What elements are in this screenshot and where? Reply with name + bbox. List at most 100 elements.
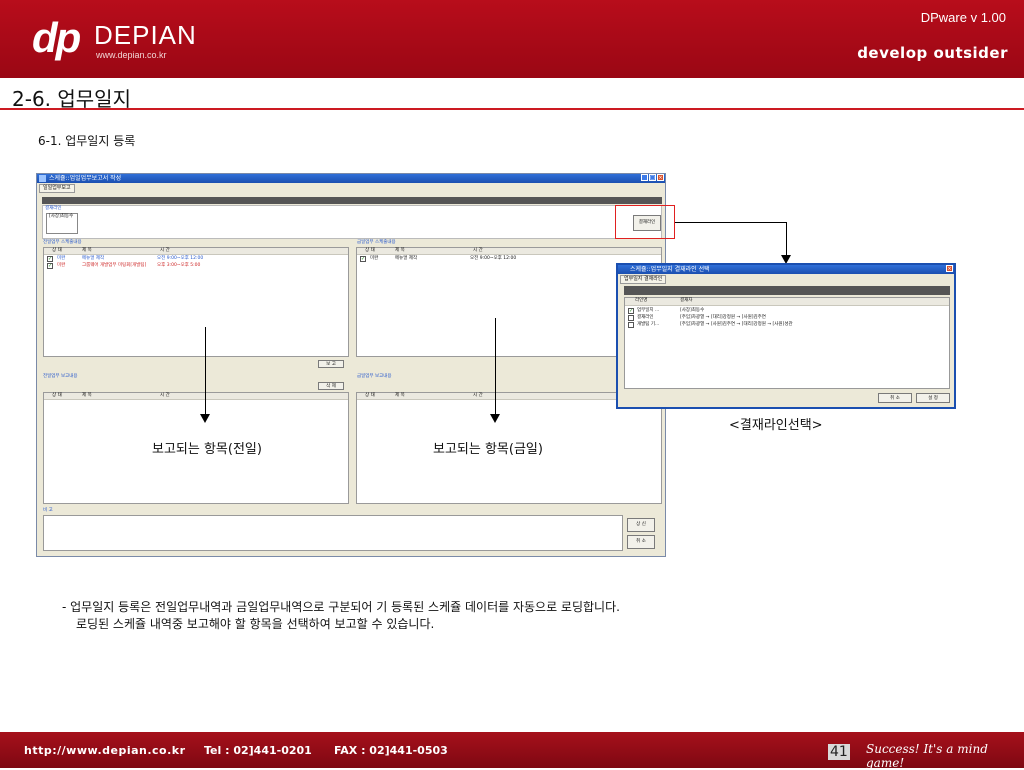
approval-line-box[interactable]: [사장]최동수 (46, 213, 78, 234)
dialog-info-strip: 업무일지 결재라인을 설정합니다. (624, 286, 950, 303)
app-icon (39, 175, 46, 182)
row-time: 오후 3:00~오후 5:00 (157, 263, 201, 268)
line-name: 개발팀 기... (637, 322, 660, 327)
row-checkbox[interactable] (628, 315, 634, 321)
row-checkbox[interactable]: ✓ (47, 263, 53, 269)
report-button[interactable]: 보 고 (318, 360, 344, 368)
row-status: 미완 (370, 256, 379, 261)
header-banner: dp DEPIAN www.depian.co.kr DPware v 1.00… (0, 0, 1024, 78)
prev-schedule-header: 상 태 제 목 시 간 (44, 248, 348, 255)
row-time: 오전 9:00~오후 12:00 (470, 256, 517, 261)
tab-daily-report[interactable]: 일일업무보고 (39, 184, 75, 193)
today-schedule-title: 금일업무 스케줄내용 (357, 240, 396, 245)
row-checkbox[interactable]: ✓ (47, 256, 53, 262)
prev-report-title: 전일업무 보고내용 (43, 374, 78, 379)
window-title: 스케쥴::업일업무보고서 작성 (49, 175, 122, 182)
col-title: 제 목 (395, 393, 405, 398)
list-item[interactable]: 개발팀 기... [주임]차광열 → [사원]김주연 → [대리]강정원 → [… (628, 322, 793, 330)
footer-tel: Tel : 02]441-0201 (204, 744, 312, 757)
arrow-down-icon (490, 414, 500, 423)
col-approver: 결재자 (680, 298, 693, 303)
approval-line-dialog: 스케쥴::업무일지 결재라인 선택 × 업무일지 결재라인 업무일지 결재라인을… (616, 263, 956, 409)
report-window: 스케쥴::업일업무보고서 작성 _ □ × 일일업무보고 [2007년10월2일… (36, 173, 666, 557)
delete-button[interactable]: 삭 제 (318, 382, 344, 390)
row-title: 메뉴얼 제작 (395, 256, 418, 261)
today-schedule-header: 상 태 제 목 시 간 (357, 248, 661, 255)
remarks-input[interactable] (43, 515, 623, 551)
title-bar: 2-6. 업무일지 (0, 78, 1024, 111)
arrow-down-icon (200, 414, 210, 423)
prev-report-header: 상 태 제 목 시 간 (44, 393, 348, 400)
prev-caption: 보고되는 항목(전일) (152, 442, 262, 457)
dialog-cancel-button[interactable]: 취 소 (878, 393, 912, 403)
dialog-caption: <결재라인선택> (729, 418, 823, 433)
section-title: 6-1. 업무일지 등록 (38, 134, 136, 148)
row-checkbox[interactable]: ✓ (628, 308, 634, 314)
connector-line (675, 222, 786, 223)
footer-fax: FAX : 02]441-0503 (334, 744, 448, 757)
dialog-confirm-button[interactable]: 설 정 (916, 393, 950, 403)
connector-line (205, 327, 206, 415)
col-status: 상 태 (52, 248, 62, 253)
line-name: 결재라인 (637, 315, 654, 320)
line-approvers: [주임]차광열 → [사원]김주연 → [대리]강정원 → [사원]성관 (680, 322, 793, 327)
row-title: 그룹웨어 개발업무 미팅회[개발팀] (82, 263, 147, 268)
col-status: 상 태 (365, 248, 375, 253)
minimize-button[interactable]: _ (641, 174, 648, 181)
dialog-close-button[interactable]: × (946, 265, 953, 272)
approval-value: [사장]최동수 (49, 214, 74, 219)
submit-button[interactable]: 상 신 (627, 518, 655, 532)
remarks-label: 비 고 (43, 508, 53, 513)
footer-bar: http://www.depian.co.kr Tel : 02]441-020… (0, 732, 1024, 770)
row-time: 오전 9:00~오후 12:00 (157, 256, 204, 261)
row-status: 미완 (57, 263, 66, 268)
description-line-1: - 업무일지 등록은 전일업무내역과 금일업무내역으로 구분되어 기 등록된 스… (62, 600, 620, 614)
line-approvers: [주임]차광열 → [대리]강정원 → [사원]김주연 (680, 315, 766, 320)
page-number: 41 (828, 744, 850, 760)
col-status: 상 태 (52, 393, 62, 398)
logo-name: DEPIAN (94, 20, 197, 50)
prev-schedule-title: 전일업무 스케줄내용 (43, 240, 82, 245)
today-caption: 보고되는 항목(금일) (433, 442, 543, 457)
col-time: 시 간 (473, 393, 483, 398)
row-checkbox[interactable]: ✓ (360, 256, 366, 262)
close-button[interactable]: × (657, 174, 664, 181)
description-line-2: 로딩된 스케쥴 내역중 보고해야 할 항목을 선택하여 보고할 수 있습니다. (76, 617, 435, 631)
maximize-button[interactable]: □ (649, 174, 656, 181)
prev-schedule-panel: 상 태 제 목 시 간 ✓ 미완 메뉴얼 제작 오전 9:00~오후 12:00… (43, 247, 349, 357)
approval-label: 결재라인 (45, 206, 62, 211)
col-title: 제 목 (82, 248, 92, 253)
col-time: 시 간 (473, 248, 483, 253)
approval-area: 결재라인 [사장]최동수 결재라인 (42, 205, 662, 239)
logo-mark: dp (32, 14, 81, 61)
approval-list-header: 라인명 결재자 (625, 298, 949, 306)
col-status: 상 태 (365, 393, 375, 398)
table-row[interactable]: ✓ 미완 메뉴얼 제작 오전 9:00~오후 12:00 (360, 256, 516, 264)
col-time: 시 간 (160, 393, 170, 398)
col-line-name: 라인명 (635, 298, 648, 303)
info-strip: [2007년10월2일] 일일업무보고서를 작성합니다. (42, 197, 662, 214)
row-status: 미완 (57, 256, 66, 261)
tab-approval-line[interactable]: 업무일지 결재라인 (620, 275, 667, 284)
connector-line (495, 318, 496, 415)
cancel-button[interactable]: 취 소 (627, 535, 655, 549)
line-name: 업무일지 ... (637, 308, 660, 313)
page-title: 2-6. 업무일지 (12, 87, 131, 111)
approval-line-list: 라인명 결재자 ✓ 업무일지 ... [사장]최동수 결재라인 [주임]차광열 … (624, 297, 950, 389)
logo-url: www.depian.co.kr (96, 50, 167, 60)
line-approvers: [사장]최동수 (680, 308, 705, 313)
footer-url: http://www.depian.co.kr (24, 744, 186, 757)
row-title: 메뉴얼 제작 (82, 256, 105, 261)
connector-line (786, 222, 787, 256)
col-title: 제 목 (82, 393, 92, 398)
tagline: develop outsider (857, 44, 1008, 62)
footer-slogan: Success! It's a mind game! (866, 742, 988, 770)
row-checkbox[interactable] (628, 322, 634, 328)
version-label: DPware v 1.00 (920, 10, 1006, 25)
approval-callout-box (615, 205, 675, 239)
col-title: 제 목 (395, 248, 405, 253)
table-row[interactable]: ✓ 미완 그룹웨어 개발업무 미팅회[개발팀] 오후 3:00~오후 5:00 (47, 263, 200, 271)
today-report-title: 금일업무 보고내용 (357, 374, 392, 379)
col-time: 시 간 (160, 248, 170, 253)
dialog-titlebar: 스케쥴::업무일지 결재라인 선택 × (618, 265, 954, 274)
